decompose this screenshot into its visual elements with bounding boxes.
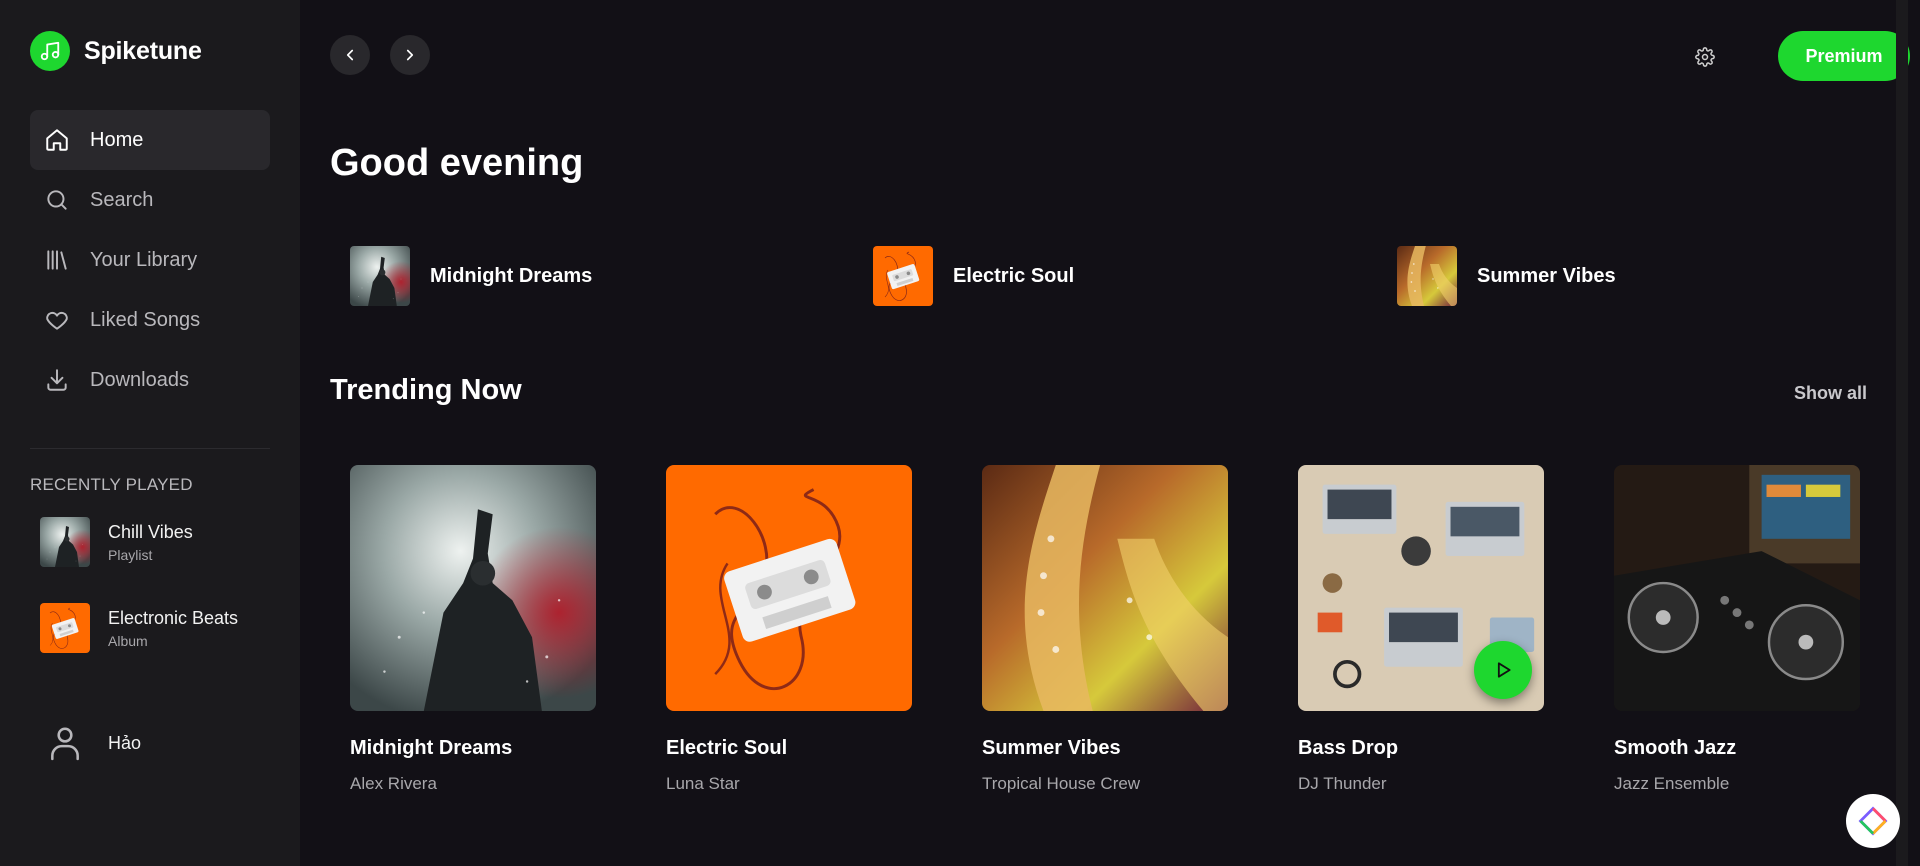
back-button[interactable] (330, 35, 370, 75)
card-title: Summer Vibes (982, 737, 1121, 759)
card-electric-soul[interactable]: Electric Soul Luna Star (666, 465, 912, 794)
album-art (40, 517, 90, 567)
recently-played-heading: RECENTLY PLAYED (30, 475, 193, 494)
card-bass-drop[interactable]: Bass Drop DJ Thunder (1298, 465, 1544, 794)
topbar: Premium (330, 31, 1910, 81)
card-title: Electric Soul (666, 737, 788, 759)
show-all-link[interactable]: Show all (1794, 383, 1867, 404)
card-artist: DJ Thunder (1298, 774, 1387, 793)
sidebar-item-label: Downloads (90, 368, 189, 391)
card-title: Smooth Jazz (1614, 737, 1737, 759)
quick-item-summer-vibes[interactable]: Summer Vibes (1397, 246, 1616, 306)
recent-item-type: Playlist (108, 546, 153, 563)
settings-button[interactable] (1695, 47, 1715, 67)
sidebar-item-downloads[interactable]: Downloads (30, 350, 270, 410)
album-art (1298, 465, 1544, 711)
sidebar: Spiketune Home Search Your Library Liked… (0, 0, 300, 866)
sidebar-item-label: Search (90, 188, 154, 211)
album-art (666, 465, 912, 711)
user-name: Hảo (108, 732, 142, 753)
sidebar-item-label: Liked Songs (90, 308, 201, 331)
section-title-trending: Trending Now (330, 374, 522, 406)
card-midnight-dreams[interactable]: Midnight Dreams Alex Rivera (350, 465, 596, 794)
forward-button[interactable] (390, 35, 430, 75)
album-art (350, 465, 596, 711)
recent-item-name: Electronic Beats (108, 607, 239, 628)
recent-item-type: Album (108, 632, 148, 649)
assistant-button[interactable] (1846, 794, 1900, 848)
sidebar-item-search[interactable]: Search (30, 170, 270, 230)
sidebar-item-library[interactable]: Your Library (30, 230, 270, 290)
home-icon (46, 129, 68, 151)
heart-icon (46, 311, 68, 330)
quick-item-midnight-dreams[interactable]: Midnight Dreams (350, 246, 592, 306)
card-smooth-jazz[interactable]: Smooth Jazz Jazz Ensemble (1614, 465, 1860, 794)
music-note-icon (30, 31, 70, 71)
quick-item-label: Summer Vibes (1477, 264, 1616, 287)
recently-played-list: Chill Vibes Playlist Electronic Beats Al… (30, 517, 270, 653)
user-icon (51, 727, 79, 761)
premium-button[interactable]: Premium (1778, 31, 1910, 81)
user-profile[interactable]: Hảo (46, 724, 141, 762)
scrollbar[interactable] (1896, 0, 1908, 866)
recent-item-name: Chill Vibes (108, 521, 193, 542)
play-button[interactable] (1474, 641, 1532, 699)
quick-item-label: Electric Soul (953, 264, 1075, 287)
card-artist: Alex Rivera (350, 774, 437, 793)
download-icon (47, 369, 67, 391)
diamond-logo-icon (1858, 806, 1888, 836)
chevron-right-icon (406, 49, 414, 61)
sidebar-item-liked-songs[interactable]: Liked Songs (30, 290, 270, 350)
album-art (350, 246, 410, 306)
main-content: Premium Good evening Midnight Dreams Ele… (300, 0, 1910, 866)
recent-item-electronic-beats[interactable]: Electronic Beats Album (30, 603, 270, 653)
album-art (873, 246, 933, 306)
sidebar-divider (30, 448, 270, 449)
sidebar-item-home[interactable]: Home (30, 110, 270, 170)
quick-item-electric-soul[interactable]: Electric Soul (873, 246, 1074, 306)
card-artist: Tropical House Crew (982, 774, 1141, 793)
app-root: Spiketune Home Search Your Library Liked… (0, 0, 1920, 866)
sidebar-item-label: Your Library (90, 248, 198, 271)
library-icon (47, 250, 67, 270)
recent-item-chill-vibes[interactable]: Chill Vibes Playlist (30, 517, 270, 567)
album-art (982, 465, 1228, 711)
sidebar-nav: Home Search Your Library Liked Songs Dow… (30, 110, 270, 410)
trending-cards: Midnight Dreams Alex Rivera Electric Sou… (350, 465, 1900, 805)
album-art (1397, 246, 1457, 306)
quick-picks: Midnight Dreams Electric Soul Summer Vib… (350, 246, 1900, 306)
play-icon (1497, 662, 1511, 678)
brand-name: Spiketune (84, 36, 202, 65)
album-art (1614, 465, 1860, 711)
card-title: Midnight Dreams (350, 737, 513, 759)
card-summer-vibes[interactable]: Summer Vibes Tropical House Crew (982, 465, 1228, 794)
chevron-left-icon (346, 49, 354, 61)
page-title: Good evening (330, 142, 584, 184)
gear-icon (1695, 47, 1715, 67)
quick-item-label: Midnight Dreams (430, 264, 593, 287)
album-art (40, 603, 90, 653)
sidebar-item-label: Home (90, 128, 144, 151)
card-title: Bass Drop (1298, 737, 1399, 759)
brand[interactable]: Spiketune (30, 30, 270, 72)
card-artist: Luna Star (666, 774, 740, 793)
search-icon (47, 190, 67, 210)
card-artist: Jazz Ensemble (1614, 774, 1730, 793)
